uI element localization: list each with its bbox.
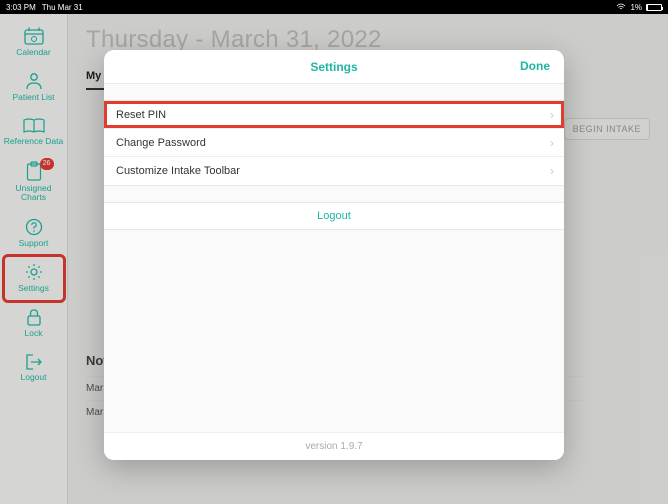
chevron-right-icon: ›: [550, 108, 554, 122]
settings-popover: Settings Done Reset PIN › Change Passwor…: [104, 50, 564, 460]
row-change-password[interactable]: Change Password ›: [104, 129, 564, 157]
done-button[interactable]: Done: [520, 59, 550, 73]
row-label: Reset PIN: [116, 109, 166, 121]
popover-title: Settings: [310, 60, 357, 74]
status-bar: 3:03 PM Thu Mar 31 1%: [0, 0, 668, 14]
wifi-icon: [616, 3, 626, 11]
popover-header: Settings Done: [104, 50, 564, 84]
settings-list: Reset PIN › Change Password › Customize …: [104, 100, 564, 186]
row-customize-intake-toolbar[interactable]: Customize Intake Toolbar ›: [104, 157, 564, 185]
chevron-right-icon: ›: [550, 164, 554, 178]
row-reset-pin[interactable]: Reset PIN ›: [104, 101, 564, 129]
row-label: Customize Intake Toolbar: [116, 165, 240, 177]
device-frame: 3:03 PM Thu Mar 31 1% Calendar: [0, 0, 668, 504]
row-label: Change Password: [116, 137, 206, 149]
status-time: 3:03 PM: [6, 3, 36, 12]
battery-pct: 1%: [630, 3, 642, 12]
row-label: Logout: [317, 210, 351, 222]
row-logout[interactable]: Logout: [104, 202, 564, 230]
chevron-right-icon: ›: [550, 136, 554, 150]
status-date: Thu Mar 31: [42, 3, 83, 12]
popover-body: Reset PIN › Change Password › Customize …: [104, 84, 564, 432]
version-label: version 1.9.7: [104, 432, 564, 460]
battery-icon: [646, 4, 662, 11]
